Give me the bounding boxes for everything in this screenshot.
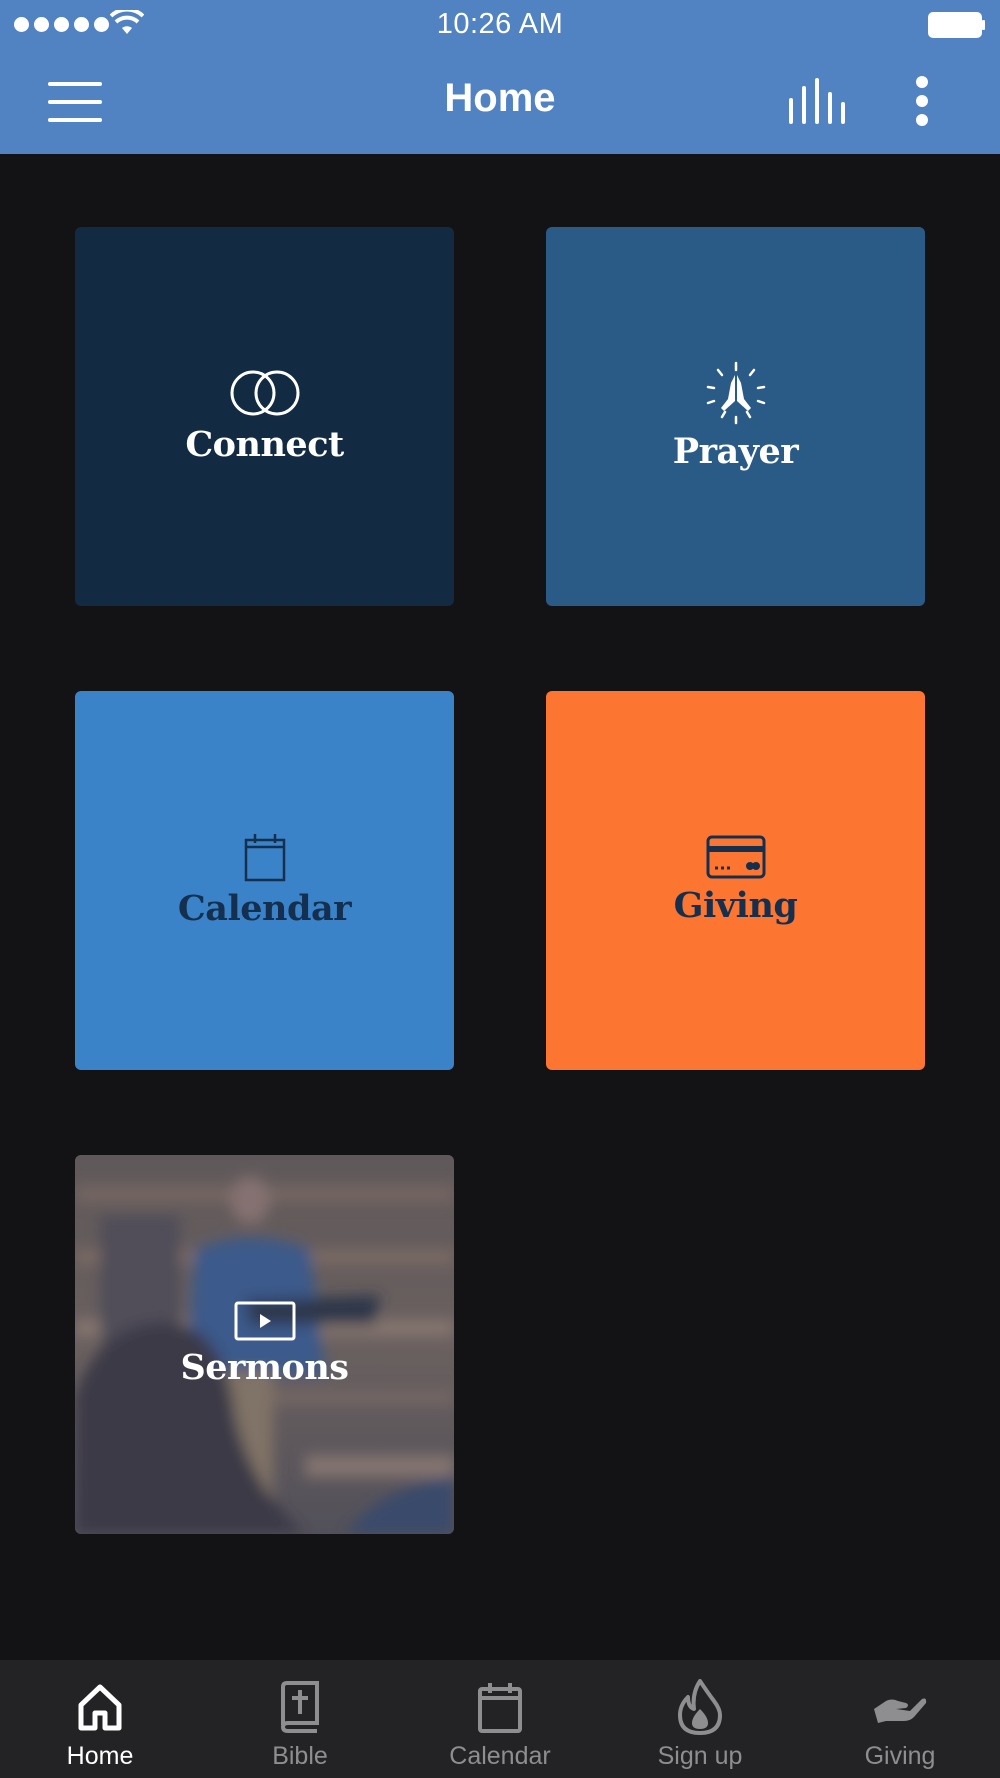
tile-calendar[interactable]: Calendar <box>75 691 454 1070</box>
nav-item-home[interactable]: Home <box>0 1660 200 1778</box>
bible-icon <box>280 1681 319 1733</box>
nav-label: Home <box>66 1742 134 1770</box>
tile-label: Giving <box>673 885 798 926</box>
rings-icon <box>230 370 299 416</box>
nav-label: Calendar <box>449 1742 551 1770</box>
battery-icon <box>928 12 985 38</box>
tile-label: Prayer <box>672 431 799 472</box>
nav-label: Sign up <box>657 1742 743 1770</box>
tile-sermons[interactable]: Sermons <box>75 1155 454 1534</box>
tile-label: Connect <box>185 424 344 465</box>
tile-giving[interactable]: Giving <box>546 691 925 1070</box>
nav-label: Bible <box>272 1742 328 1770</box>
praying-hands-icon <box>706 361 765 425</box>
tile-label: Sermons <box>180 1347 349 1388</box>
credit-card-icon <box>706 835 765 879</box>
status-bar: 10:26 AM <box>0 0 1000 50</box>
home-icon <box>78 1684 122 1731</box>
nav-item-bible[interactable]: Bible <box>200 1660 400 1778</box>
giving-hand-icon <box>874 1698 927 1723</box>
bottom-nav: Home Bible Calendar Sign up Giving <box>0 1660 1000 1778</box>
flame-icon <box>678 1679 722 1735</box>
video-play-icon <box>234 1301 295 1341</box>
tile-label: Calendar <box>177 888 352 929</box>
more-vertical-icon[interactable] <box>912 76 936 128</box>
page-title: Home <box>444 76 556 120</box>
tile-connect[interactable]: Connect <box>75 227 454 606</box>
calendar-icon <box>478 1683 522 1733</box>
nav-item-sign-up[interactable]: Sign up <box>600 1660 800 1778</box>
calendar-icon <box>244 834 285 882</box>
status-time: 10:26 AM <box>436 8 564 40</box>
nav-item-giving[interactable]: Giving <box>800 1660 1000 1778</box>
hamburger-menu-icon[interactable] <box>48 82 102 122</box>
top-bar: 10:26 AM Home <box>0 0 1000 154</box>
bar-chart-icon[interactable] <box>788 78 846 124</box>
nav-item-calendar[interactable]: Calendar <box>400 1660 600 1778</box>
nav-label: Giving <box>864 1742 936 1770</box>
tile-prayer[interactable]: Prayer <box>546 227 925 606</box>
